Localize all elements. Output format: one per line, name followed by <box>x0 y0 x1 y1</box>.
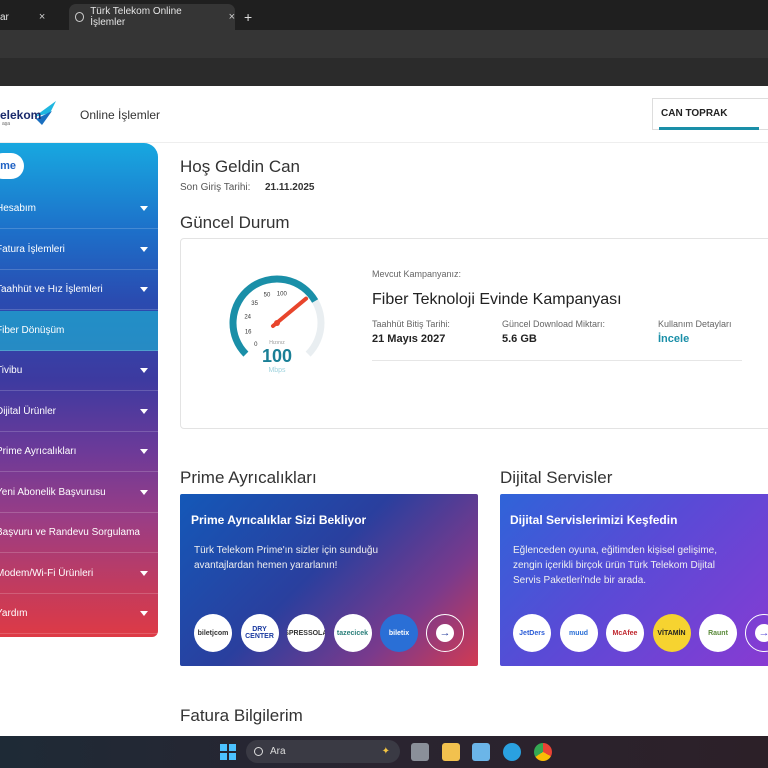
chrome-icon[interactable] <box>534 743 552 761</box>
file-explorer-icon[interactable] <box>442 743 460 761</box>
usage-details-label: Kullanım Detayları <box>658 319 732 329</box>
brand-logo[interactable]: muud <box>559 614 598 652</box>
chevron-down-icon <box>140 246 148 252</box>
gauge-tick-label: 100 <box>277 291 288 297</box>
download-amount-label: Güncel Download Miktarı: <box>502 319 606 329</box>
sidebar-item-label: Taahhüt ve Hız İşlemleri <box>0 284 103 295</box>
browser-tab[interactable]: ar × <box>0 4 66 30</box>
speed-gauge: 016243550 100 Hızınız 100 Mbps <box>229 275 325 374</box>
gauge-tick-label: 16 <box>245 329 252 335</box>
chevron-down-icon <box>140 206 148 211</box>
search-placeholder: Ara <box>270 746 286 757</box>
logo-text: elekom <box>0 108 42 122</box>
globe-icon <box>75 12 85 22</box>
gauge-unit: Mbps <box>268 367 286 374</box>
commitment-end-value: 21 Mayıs 2027 <box>372 333 446 345</box>
browser-tab-active[interactable]: Türk Telekom Online İşlemler × <box>69 4 235 30</box>
sparkle-icon: ✦ <box>381 746 390 757</box>
billing-section-title: Fatura Bilgilerim <box>180 706 303 725</box>
last-login-value: 21.11.2025 <box>265 182 315 193</box>
tab-title: ar <box>0 11 9 23</box>
sidebar-item-label: Yardım <box>0 608 28 619</box>
sidebar-item[interactable]: Prime Ayrıcalıkları <box>0 432 158 472</box>
prime-next-button[interactable]: → <box>426 614 464 652</box>
sidebar-item[interactable]: Yardım <box>0 594 158 634</box>
edge-icon[interactable] <box>503 743 521 761</box>
prime-card-heading: Prime Ayrıcalıklar Sizi Bekliyor <box>191 513 367 527</box>
sidebar-item-label: Hesabım <box>0 203 37 214</box>
sidebar-item-label: Dijital Ürünler <box>0 405 57 417</box>
last-login-label: Son Giriş Tarihi: <box>180 182 251 193</box>
taskbar-search[interactable]: Ara ✦ <box>246 740 400 763</box>
brand-logo[interactable]: biletix <box>380 614 418 652</box>
divider <box>372 360 742 361</box>
dijital-card-text: Eğlenceden oyuna, eğitimden kişisel geli… <box>513 545 718 586</box>
search-icon <box>254 747 263 756</box>
campaign-label: Mevcut Kampanyanız: <box>372 269 462 279</box>
sidebar-item-label: Prime Ayrıcalıkları <box>0 446 77 457</box>
prime-section-title: Prime Ayrıcalıkları <box>180 468 317 487</box>
sidebar-item-label: Modem/Wi-Fi Ürünleri <box>0 567 94 579</box>
sidebar-item[interactable]: Yeni Abonelik Başvurusu <box>0 473 158 513</box>
brand-logo[interactable]: Raunt <box>699 614 737 652</box>
arrow-right-icon: → <box>755 624 768 642</box>
sidebar-item[interactable]: Dijital Ürünler <box>0 392 158 432</box>
gauge-tick-label: 0 <box>254 342 258 348</box>
chevron-down-icon <box>140 570 148 576</box>
sidebar-item-label: Yeni Abonelik Başvurusu <box>0 486 106 498</box>
dijital-card-heading: Dijital Servislerimizi Keşfedin <box>510 513 678 527</box>
tab-title: Türk Telekom Online İşlemler <box>90 6 182 28</box>
sidebar-item[interactable]: Başvuru ve Randevu Sorgulama <box>0 513 158 553</box>
chevron-down-icon <box>140 287 148 292</box>
gauge-value: 100 <box>262 346 292 366</box>
brand-logo[interactable]: VİTAMİN <box>652 614 691 652</box>
gauge-tick-label: 50 <box>264 293 271 299</box>
logo-subtext: aşa <box>2 121 11 127</box>
chevron-down-icon <box>140 449 148 454</box>
usage-details-link[interactable]: İncele <box>658 333 689 345</box>
sidebar-item-label: Başvuru ve Randevu Sorgulama <box>0 527 140 538</box>
sidebar-item[interactable]: Fatura İşlemleri <box>0 230 158 270</box>
sidebar-item[interactable]: Modem/Wi-Fi Ürünleri <box>0 554 158 594</box>
sidebar-item-label: Tivibu <box>0 365 23 376</box>
user-underline <box>659 127 759 130</box>
chevron-down-icon <box>140 611 148 616</box>
brand-logo[interactable]: ESPRESSOLAB <box>287 614 325 652</box>
campaign-name: Fiber Teknoloji Evinde Kampanyası <box>372 291 622 308</box>
commitment-end-label: Taahhüt Bitiş Tarihi: <box>372 319 450 329</box>
download-amount-value: 5.6 GB <box>502 333 537 345</box>
page-heading: Online İşlemler <box>80 108 161 122</box>
brand-logo[interactable]: JetDers <box>513 614 551 652</box>
bookmarks-bar <box>0 58 768 86</box>
task-view-icon[interactable] <box>411 743 429 761</box>
sidebar-item[interactable]: Taahhüt ve Hız İşlemleri <box>0 270 158 310</box>
brand-logo[interactable]: tazecicek <box>333 614 372 652</box>
welcome-heading: Hoş Geldin Can <box>180 157 301 176</box>
gauge-tick-label: 35 <box>251 301 258 307</box>
sidebar-item-label: Fiber Dönüşüm <box>0 324 65 336</box>
sidebar-item[interactable]: Hesabım <box>0 189 158 229</box>
chevron-down-icon <box>140 368 148 373</box>
brand-logo[interactable]: biletjcom <box>194 614 232 652</box>
sidebar-item[interactable]: Tivibu <box>0 351 158 391</box>
dijital-section-title: Dijital Servisler <box>500 468 613 487</box>
gauge-hub <box>274 320 280 326</box>
tab-close-icon[interactable]: × <box>39 11 45 23</box>
store-icon[interactable] <box>472 743 490 761</box>
user-name[interactable]: CAN TOPRAK <box>661 108 727 119</box>
status-section-title: Güncel Durum <box>180 213 290 232</box>
sidebar-item[interactable]: Fiber Dönüşüm <box>0 310 158 351</box>
tab-close-icon[interactable]: × <box>229 11 235 23</box>
arrow-right-icon: → <box>436 624 454 642</box>
windows-start-icon[interactable] <box>219 743 237 761</box>
brand-logo[interactable]: McAfee <box>606 614 644 652</box>
address-bar[interactable] <box>0 30 768 58</box>
chevron-down-icon <box>140 408 148 414</box>
brand-logo[interactable]: DRY CENTER <box>240 614 279 652</box>
prime-card-text: Türk Telekom Prime'ın sizler için sunduğ… <box>194 545 379 571</box>
new-tab-button[interactable]: + <box>244 4 252 30</box>
sidebar-item-label: Fatura İşlemleri <box>0 243 65 255</box>
chevron-down-icon <box>140 489 148 495</box>
gauge-tick-label: 24 <box>244 314 251 320</box>
